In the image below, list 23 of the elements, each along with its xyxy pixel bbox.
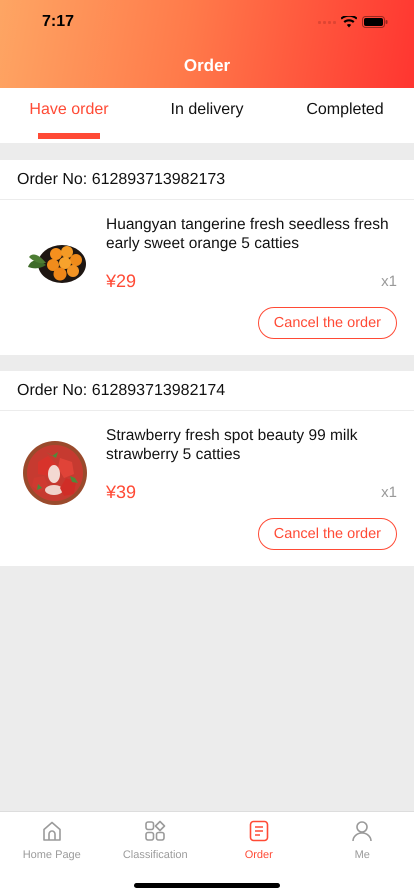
cancel-order-button[interactable]: Cancel the order bbox=[258, 307, 397, 339]
order-number: Order No: 612893713982173 bbox=[0, 160, 414, 200]
nav-tab[interactable]: Classification bbox=[104, 812, 207, 862]
cancel-order-button[interactable]: Cancel the order bbox=[258, 518, 397, 550]
nav-tab[interactable]: Me bbox=[310, 812, 414, 862]
nav-tab[interactable]: Home Page bbox=[0, 812, 104, 862]
product-name: Huangyan tangerine fresh seedless fresh early sweet orange 5 catties bbox=[106, 215, 390, 253]
product-name: Strawberry fresh spot beauty 99 milk strawberry 5 catties bbox=[106, 426, 359, 464]
product-quantity: x1 bbox=[381, 484, 397, 501]
order-number: Order No: 612893713982174 bbox=[0, 371, 414, 411]
product-price: ¥29 bbox=[106, 271, 136, 292]
page-title: Order bbox=[182, 55, 232, 77]
nav-tab[interactable]: Order bbox=[207, 812, 310, 862]
signal-icon bbox=[318, 19, 336, 25]
home-icon bbox=[40, 820, 63, 842]
battery-icon bbox=[362, 16, 388, 28]
list-icon bbox=[248, 820, 270, 842]
product-quantity: x1 bbox=[381, 273, 397, 290]
product-price: ¥39 bbox=[106, 482, 136, 503]
grid-icon bbox=[144, 820, 166, 842]
wifi-icon bbox=[341, 16, 357, 28]
person-icon bbox=[351, 820, 374, 842]
status-time: 7:17 bbox=[42, 13, 74, 31]
